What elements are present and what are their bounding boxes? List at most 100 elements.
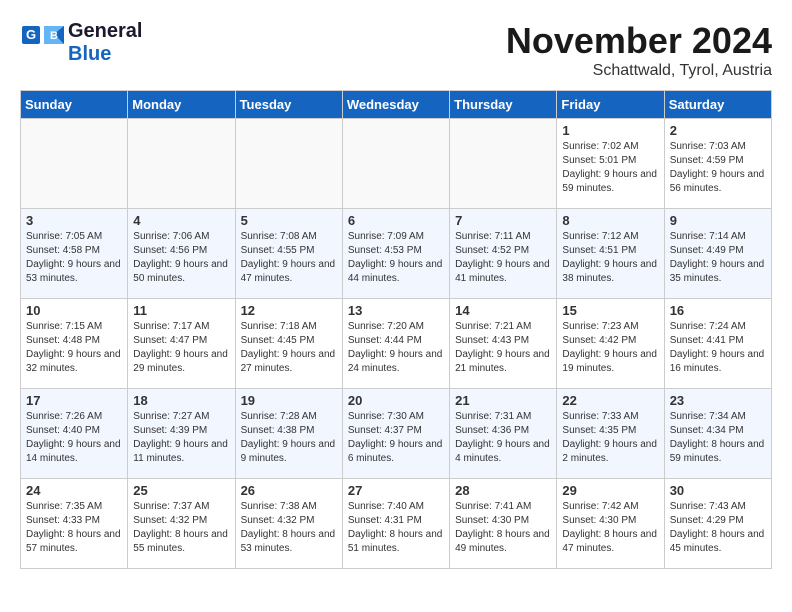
calendar-week-row: 17 Sunrise: 7:26 AM Sunset: 4:40 PM Dayli… [21,389,772,479]
day-number: 19 [241,393,337,408]
calendar-cell: 1 Sunrise: 7:02 AM Sunset: 5:01 PM Daylig… [557,119,664,209]
calendar-cell: 29 Sunrise: 7:42 AM Sunset: 4:30 PM Dayli… [557,479,664,569]
day-info: Sunrise: 7:27 AM Sunset: 4:39 PM Dayligh… [133,410,229,466]
day-info: Sunrise: 7:28 AM Sunset: 4:38 PM Dayligh… [241,410,337,466]
page-header: G B General Blue November 2024 Schattwal… [20,20,772,80]
calendar-cell: 24Sunrise: 7:35 AM Sunset: 4:33 PM Dayli… [21,479,128,569]
day-info: Sunrise: 7:02 AM Sunset: 5:01 PM Dayligh… [562,140,658,196]
calendar-cell: 18 Sunrise: 7:27 AM Sunset: 4:39 PM Dayli… [128,389,235,479]
day-info: Sunrise: 7:41 AM Sunset: 4:30 PM Dayligh… [455,500,551,556]
day-number: 6 [348,213,444,228]
calendar-cell: 3Sunrise: 7:05 AM Sunset: 4:58 PM Daylig… [21,209,128,299]
day-info: Sunrise: 7:24 AM Sunset: 4:41 PM Dayligh… [670,320,766,376]
day-number: 29 [562,483,658,498]
logo-text: General [68,20,142,43]
day-number: 20 [348,393,444,408]
logo: G B General Blue [20,20,142,66]
day-number: 21 [455,393,551,408]
calendar-cell: 10Sunrise: 7:15 AM Sunset: 4:48 PM Dayli… [21,299,128,389]
calendar-table: SundayMondayTuesdayWednesdayThursdayFrid… [20,90,772,569]
weekday-header-sunday: Sunday [21,91,128,119]
day-number: 22 [562,393,658,408]
day-info: Sunrise: 7:06 AM Sunset: 4:56 PM Dayligh… [133,230,229,286]
calendar-cell: 2 Sunrise: 7:03 AM Sunset: 4:59 PM Daylig… [664,119,771,209]
logo-subtext: Blue [68,43,142,66]
day-number: 28 [455,483,551,498]
day-info: Sunrise: 7:09 AM Sunset: 4:53 PM Dayligh… [348,230,444,286]
day-number: 9 [670,213,766,228]
calendar-cell: 16 Sunrise: 7:24 AM Sunset: 4:41 PM Dayli… [664,299,771,389]
weekday-header-thursday: Thursday [450,91,557,119]
day-info: Sunrise: 7:18 AM Sunset: 4:45 PM Dayligh… [241,320,337,376]
calendar-cell: 28 Sunrise: 7:41 AM Sunset: 4:30 PM Dayli… [450,479,557,569]
weekday-header-monday: Monday [128,91,235,119]
day-number: 1 [562,123,658,138]
day-info: Sunrise: 7:03 AM Sunset: 4:59 PM Dayligh… [670,140,766,196]
day-number: 2 [670,123,766,138]
day-number: 11 [133,303,229,318]
day-info: Sunrise: 7:20 AM Sunset: 4:44 PM Dayligh… [348,320,444,376]
day-info: Sunrise: 7:30 AM Sunset: 4:37 PM Dayligh… [348,410,444,466]
day-info: Sunrise: 7:31 AM Sunset: 4:36 PM Dayligh… [455,410,551,466]
day-info: Sunrise: 7:11 AM Sunset: 4:52 PM Dayligh… [455,230,551,286]
calendar-cell: 17 Sunrise: 7:26 AM Sunset: 4:40 PM Dayli… [21,389,128,479]
calendar-cell [235,119,342,209]
calendar-week-row: 24Sunrise: 7:35 AM Sunset: 4:33 PM Dayli… [21,479,772,569]
day-info: Sunrise: 7:14 AM Sunset: 4:49 PM Dayligh… [670,230,766,286]
calendar-cell: 11 Sunrise: 7:17 AM Sunset: 4:47 PM Dayli… [128,299,235,389]
calendar-cell [128,119,235,209]
weekday-header-row: SundayMondayTuesdayWednesdayThursdayFrid… [21,91,772,119]
calendar-cell: 14 Sunrise: 7:21 AM Sunset: 4:43 PM Dayli… [450,299,557,389]
day-number: 7 [455,213,551,228]
calendar-cell: 19 Sunrise: 7:28 AM Sunset: 4:38 PM Dayli… [235,389,342,479]
day-info: Sunrise: 7:12 AM Sunset: 4:51 PM Dayligh… [562,230,658,286]
day-info: Sunrise: 7:17 AM Sunset: 4:47 PM Dayligh… [133,320,229,376]
calendar-cell: 21 Sunrise: 7:31 AM Sunset: 4:36 PM Dayli… [450,389,557,479]
day-info: Sunrise: 7:08 AM Sunset: 4:55 PM Dayligh… [241,230,337,286]
day-number: 27 [348,483,444,498]
day-info: Sunrise: 7:40 AM Sunset: 4:31 PM Dayligh… [348,500,444,556]
day-number: 17 [26,393,122,408]
day-info: Sunrise: 7:34 AM Sunset: 4:34 PM Dayligh… [670,410,766,466]
day-number: 15 [562,303,658,318]
calendar-cell: 15 Sunrise: 7:23 AM Sunset: 4:42 PM Dayli… [557,299,664,389]
day-number: 16 [670,303,766,318]
day-info: Sunrise: 7:05 AM Sunset: 4:58 PM Dayligh… [26,230,122,286]
day-info: Sunrise: 7:33 AM Sunset: 4:35 PM Dayligh… [562,410,658,466]
day-info: Sunrise: 7:35 AM Sunset: 4:33 PM Dayligh… [26,500,122,556]
day-info: Sunrise: 7:42 AM Sunset: 4:30 PM Dayligh… [562,500,658,556]
day-info: Sunrise: 7:43 AM Sunset: 4:29 PM Dayligh… [670,500,766,556]
day-number: 18 [133,393,229,408]
calendar-cell: 5 Sunrise: 7:08 AM Sunset: 4:55 PM Daylig… [235,209,342,299]
calendar-cell: 8 Sunrise: 7:12 AM Sunset: 4:51 PM Daylig… [557,209,664,299]
calendar-cell: 30Sunrise: 7:43 AM Sunset: 4:29 PM Dayli… [664,479,771,569]
day-info: Sunrise: 7:21 AM Sunset: 4:43 PM Dayligh… [455,320,551,376]
calendar-cell: 25Sunrise: 7:37 AM Sunset: 4:32 PM Dayli… [128,479,235,569]
weekday-header-saturday: Saturday [664,91,771,119]
calendar-cell: 20 Sunrise: 7:30 AM Sunset: 4:37 PM Dayli… [342,389,449,479]
day-number: 14 [455,303,551,318]
calendar-week-row: 3Sunrise: 7:05 AM Sunset: 4:58 PM Daylig… [21,209,772,299]
location-title: Schattwald, Tyrol, Austria [506,62,772,80]
day-number: 8 [562,213,658,228]
svg-text:B: B [50,30,58,42]
calendar-cell: 26Sunrise: 7:38 AM Sunset: 4:32 PM Dayli… [235,479,342,569]
weekday-header-tuesday: Tuesday [235,91,342,119]
weekday-header-wednesday: Wednesday [342,91,449,119]
calendar-cell: 22 Sunrise: 7:33 AM Sunset: 4:35 PM Dayli… [557,389,664,479]
day-info: Sunrise: 7:38 AM Sunset: 4:32 PM Dayligh… [241,500,337,556]
calendar-cell: 7 Sunrise: 7:11 AM Sunset: 4:52 PM Daylig… [450,209,557,299]
svg-text:G: G [26,27,36,42]
calendar-cell: 4Sunrise: 7:06 AM Sunset: 4:56 PM Daylig… [128,209,235,299]
calendar-cell: 12Sunrise: 7:18 AM Sunset: 4:45 PM Dayli… [235,299,342,389]
day-number: 23 [670,393,766,408]
day-info: Sunrise: 7:37 AM Sunset: 4:32 PM Dayligh… [133,500,229,556]
calendar-week-row: 1 Sunrise: 7:02 AM Sunset: 5:01 PM Daylig… [21,119,772,209]
calendar-week-row: 10Sunrise: 7:15 AM Sunset: 4:48 PM Dayli… [21,299,772,389]
calendar-cell: 27 Sunrise: 7:40 AM Sunset: 4:31 PM Dayli… [342,479,449,569]
logo-icon: G B [20,24,64,62]
day-info: Sunrise: 7:23 AM Sunset: 4:42 PM Dayligh… [562,320,658,376]
day-number: 5 [241,213,337,228]
weekday-header-friday: Friday [557,91,664,119]
day-info: Sunrise: 7:26 AM Sunset: 4:40 PM Dayligh… [26,410,122,466]
